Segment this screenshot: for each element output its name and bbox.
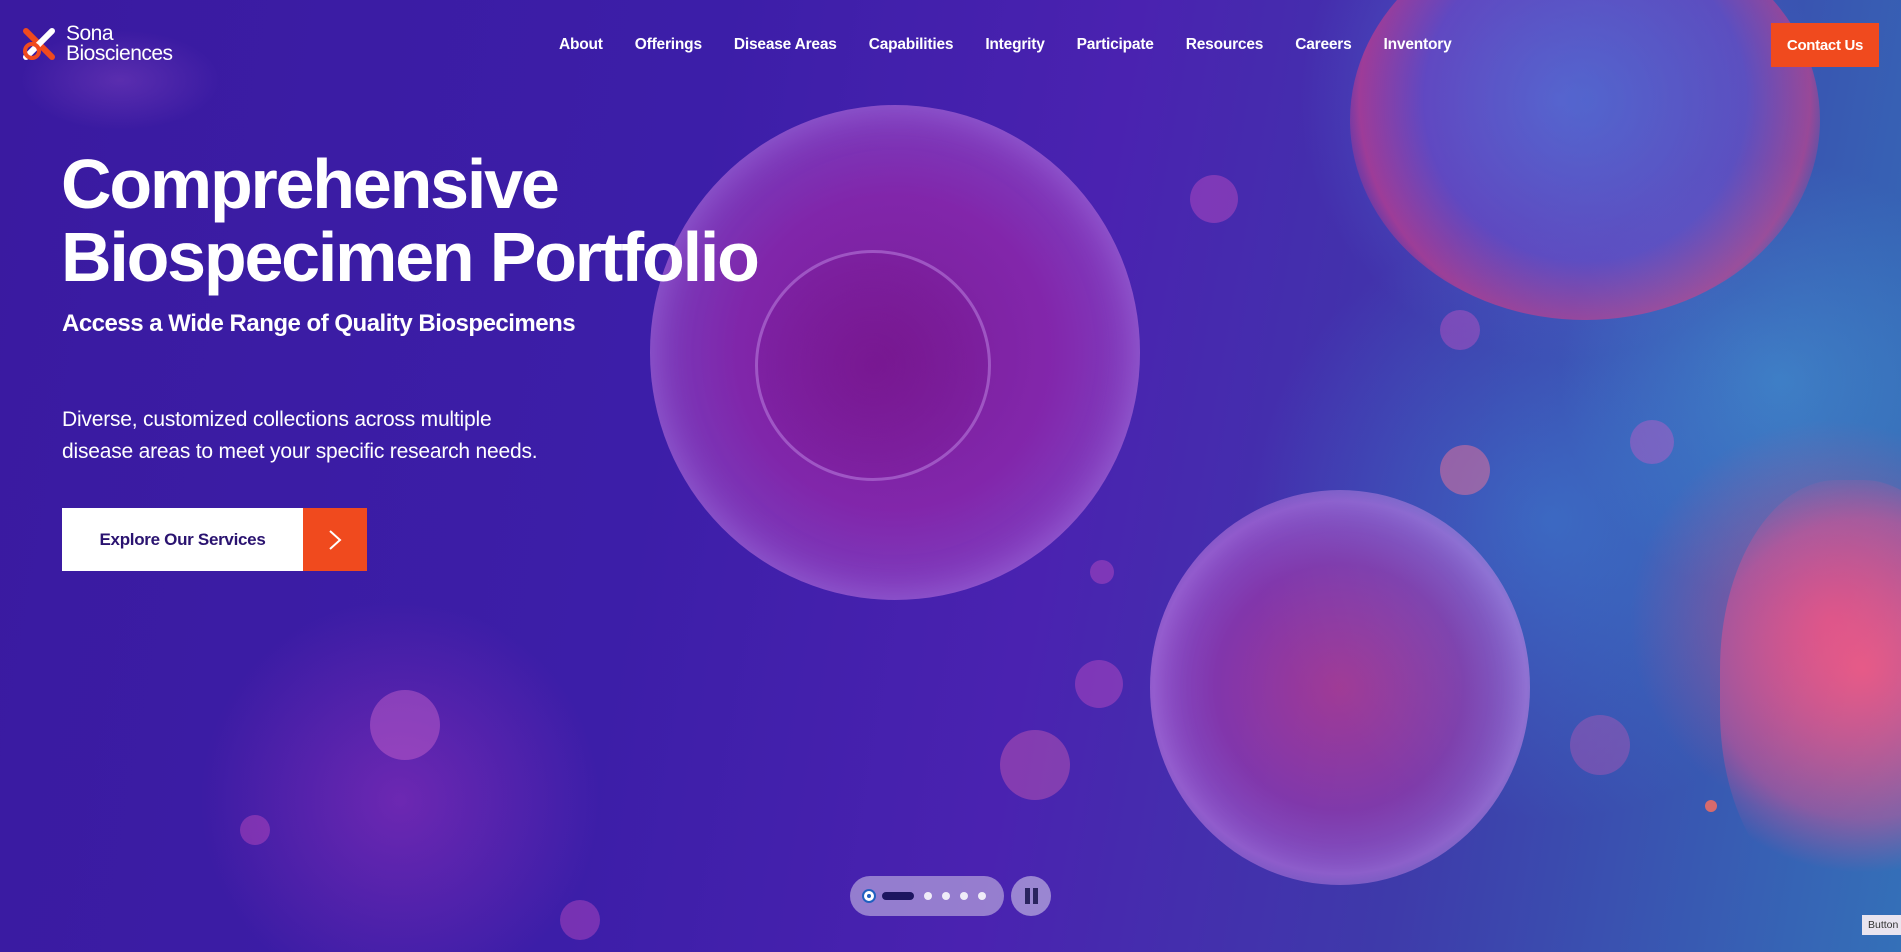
nav-item-disease-areas[interactable]: Disease Areas: [734, 36, 837, 54]
nav-item-about[interactable]: About: [559, 36, 603, 54]
hero-description: Diverse, customized collections across m…: [62, 404, 582, 468]
bokeh-dot: [1705, 800, 1717, 812]
slide-dot[interactable]: [960, 892, 968, 900]
hero-description-line2: disease areas to meet your specific rese…: [62, 440, 538, 463]
bokeh-dot: [370, 690, 440, 760]
brand-name: Sona Biosciences: [66, 22, 173, 65]
explore-services-button[interactable]: Explore Our Services: [62, 508, 367, 571]
slide-dot[interactable]: [978, 892, 986, 900]
pause-icon: [1023, 888, 1039, 904]
corner-button-tag[interactable]: Button: [1862, 915, 1901, 935]
slide-dot[interactable]: [942, 892, 950, 900]
slide-progress-bar: [882, 892, 914, 900]
bokeh-dot: [1000, 730, 1070, 800]
bokeh-dot: [1440, 310, 1480, 350]
nav-item-offerings[interactable]: Offerings: [635, 36, 702, 54]
bokeh-dot: [1090, 560, 1114, 584]
slide-dot-active[interactable]: [862, 889, 876, 903]
bokeh-dot: [1630, 420, 1674, 464]
bokeh-dot: [240, 815, 270, 845]
nav-item-participate[interactable]: Participate: [1077, 36, 1154, 54]
explore-services-label[interactable]: Explore Our Services: [62, 508, 303, 571]
slider-pagination: [850, 876, 1004, 916]
background-cell: [1150, 490, 1530, 885]
nav-item-integrity[interactable]: Integrity: [985, 36, 1045, 54]
contact-us-button[interactable]: Contact Us: [1771, 23, 1879, 67]
background-cell-nucleus: [755, 250, 991, 481]
sona-x-logo-icon: [20, 25, 58, 63]
hero-title-line1: Comprehensive: [61, 145, 560, 223]
nav-item-resources[interactable]: Resources: [1186, 36, 1264, 54]
nav-item-capabilities[interactable]: Capabilities: [869, 36, 954, 54]
slider-pause-button[interactable]: [1011, 876, 1051, 916]
bokeh-dot: [1440, 445, 1490, 495]
bokeh-dot: [1570, 715, 1630, 775]
hero-description-line1: Diverse, customized collections across m…: [62, 408, 492, 431]
brand-name-line2: Biosciences: [66, 42, 173, 65]
chevron-right-icon[interactable]: [303, 508, 367, 571]
hero-title-line2: Biospecimen Portfolio: [61, 218, 760, 296]
bokeh-dot: [560, 900, 600, 940]
brand-logo[interactable]: Sona Biosciences: [20, 22, 173, 65]
nav-item-careers[interactable]: Careers: [1295, 36, 1352, 54]
nav-item-inventory[interactable]: Inventory: [1384, 36, 1452, 54]
brand-name-line1: Sona: [66, 22, 114, 45]
hero-title: Comprehensive Biospecimen Portfolio: [61, 145, 760, 296]
background-cell: [1720, 480, 1901, 900]
hero-background: [0, 0, 1901, 952]
slide-dot[interactable]: [924, 892, 932, 900]
main-nav: About Offerings Disease Areas Capabiliti…: [559, 36, 1452, 54]
hero-subtitle: Access a Wide Range of Quality Biospecim…: [62, 310, 576, 337]
bokeh-dot: [1075, 660, 1123, 708]
bokeh-dot: [1190, 175, 1238, 223]
